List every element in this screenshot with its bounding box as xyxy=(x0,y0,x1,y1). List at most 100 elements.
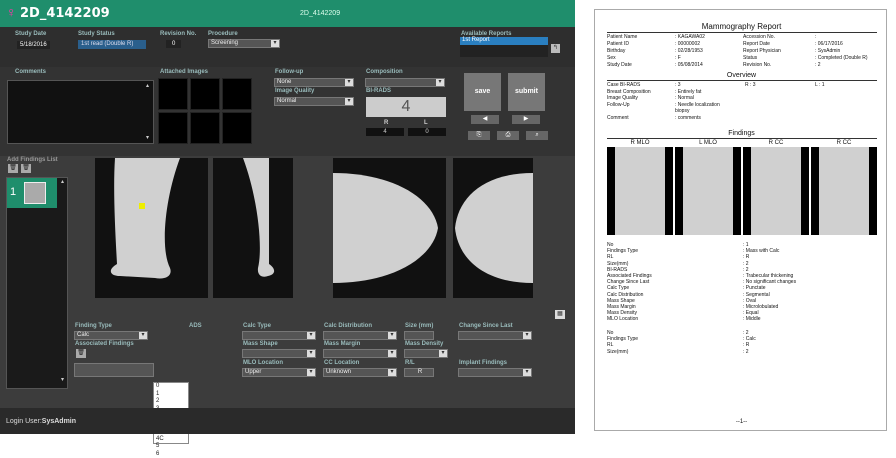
report-title: Mammography Report xyxy=(595,22,888,31)
dropdown-option[interactable]: 0 xyxy=(154,383,188,391)
cc-location-select[interactable]: Unknown▾ xyxy=(323,368,397,377)
finding-value: : 2 xyxy=(743,330,749,336)
cc-location-label: CC Location xyxy=(324,360,359,366)
finding-value: : R xyxy=(743,254,749,260)
attached-image-slot[interactable] xyxy=(222,78,252,110)
calc-distribution-select[interactable]: ▾ xyxy=(323,331,397,340)
finding-value: : Segmental xyxy=(743,292,770,298)
followup-select[interactable]: None▾ xyxy=(274,78,354,87)
grid-icon[interactable]: ▦ xyxy=(555,310,565,319)
finding-value: : Calc xyxy=(743,336,756,342)
finding-label: Change Since Last xyxy=(607,279,649,285)
scroll-up-icon[interactable]: ▴ xyxy=(61,178,64,185)
report-item[interactable]: 1st Report xyxy=(460,37,548,45)
mass-shape-select[interactable]: ▾ xyxy=(242,349,316,358)
l-cc-view[interactable] xyxy=(453,158,533,298)
scroll-down-icon[interactable]: ▾ xyxy=(61,376,64,383)
dropdown-option[interactable]: 2 xyxy=(154,398,188,406)
trash-icon[interactable]: 🗑 xyxy=(76,349,86,358)
overview-label: Breast Composition xyxy=(607,89,651,95)
comments-textarea[interactable] xyxy=(7,80,154,144)
finding-label: No xyxy=(607,242,613,248)
birads-value: 4 xyxy=(366,97,446,117)
image-quality-label: Image Quality xyxy=(275,88,314,94)
attached-image-slot[interactable] xyxy=(190,112,220,144)
finding-type-select[interactable]: Calc▾ xyxy=(74,331,148,340)
dropdown-option[interactable]: 1 xyxy=(154,391,188,399)
patient-field-label: Revision No. xyxy=(743,62,771,68)
size-input[interactable] xyxy=(404,331,434,340)
rl-label: R/L xyxy=(405,360,415,366)
back-icon[interactable]: ↰ xyxy=(551,44,560,53)
finding-value: : Punctate xyxy=(743,285,766,291)
overview-value: : comments xyxy=(675,115,701,121)
findings-list-label: Add Findings List xyxy=(7,157,58,163)
comments-label: Comments xyxy=(15,69,46,75)
report-view-image xyxy=(743,147,809,235)
scroll-up-icon[interactable]: ▴ xyxy=(146,82,149,89)
calc-type-select[interactable]: ▾ xyxy=(242,331,316,340)
chevron-down-icon: ▾ xyxy=(271,40,279,47)
r-mlo-view[interactable] xyxy=(95,158,208,298)
submit-button[interactable]: submit xyxy=(508,73,545,111)
study-status-label: Study Status xyxy=(78,31,115,37)
mass-density-select[interactable]: ▾ xyxy=(404,349,448,358)
finding-label: RL xyxy=(607,254,613,260)
previous-button[interactable]: ◀ xyxy=(471,115,499,124)
preview-icon[interactable]: ⌕ xyxy=(526,131,548,140)
implant-findings-select[interactable]: ▾ xyxy=(458,368,532,377)
dropdown-option[interactable]: 5 xyxy=(154,443,188,451)
next-button[interactable]: ▶ xyxy=(512,115,540,124)
overview-value: biopsy xyxy=(675,108,689,114)
mass-margin-select[interactable]: ▾ xyxy=(323,349,397,358)
chevron-down-icon: ▾ xyxy=(307,350,315,357)
image-quality-select[interactable]: Normal▾ xyxy=(274,97,354,106)
mlo-location-label: MLO Location xyxy=(243,360,283,366)
dropdown-option[interactable]: 6 xyxy=(154,451,188,458)
rl-value[interactable]: R xyxy=(404,368,434,377)
attached-image-slot[interactable] xyxy=(222,112,252,144)
birads-hint-label: ADS xyxy=(189,323,202,329)
l-mlo-view[interactable] xyxy=(213,158,293,298)
attached-image-slot[interactable] xyxy=(158,78,188,110)
page-number: --1-- xyxy=(595,419,888,425)
composition-select[interactable]: ▾ xyxy=(365,78,445,87)
chevron-down-icon: ▾ xyxy=(139,332,147,339)
study-status-value: 1st read (Double R) xyxy=(78,40,146,49)
reports-list[interactable]: 1st Report xyxy=(460,37,548,57)
finding-item[interactable]: 1 xyxy=(7,178,57,208)
dropdown-option[interactable]: 4C xyxy=(154,436,188,444)
mlo-location-select[interactable]: Upper▾ xyxy=(242,368,316,377)
overview-label: Case BI-RADS xyxy=(607,82,640,88)
divider xyxy=(607,138,877,139)
mass-density-label: Mass Density xyxy=(405,341,443,347)
report-view-image xyxy=(607,147,673,235)
procedure-label: Procedure xyxy=(208,31,238,37)
scroll-down-icon[interactable]: ▾ xyxy=(146,134,149,141)
study-date-label: Study Date xyxy=(15,31,46,37)
procedure-select[interactable]: Screening▾ xyxy=(208,39,280,48)
r-label: R xyxy=(384,120,388,126)
trash-all-icon[interactable]: 🗑 xyxy=(21,164,31,173)
export-icon[interactable]: ⎘ xyxy=(468,131,490,140)
patient-field-label: Sex xyxy=(607,55,616,61)
finding-label: MLO Location xyxy=(607,316,638,322)
save-button[interactable]: save xyxy=(464,73,501,111)
findings-list[interactable] xyxy=(6,177,68,389)
attached-image-slot[interactable] xyxy=(190,78,220,110)
chevron-down-icon: ▾ xyxy=(307,332,315,339)
r-cc-view[interactable] xyxy=(333,158,446,298)
chevron-down-icon: ▾ xyxy=(388,332,396,339)
associated-findings-list[interactable] xyxy=(74,363,154,377)
l-birads-value: 0 xyxy=(408,128,446,136)
mass-shape-label: Mass Shape xyxy=(243,341,278,347)
trash-icon[interactable]: 🗑 xyxy=(8,164,18,173)
overview-label: Comment xyxy=(607,115,629,121)
change-since-last-select[interactable]: ▾ xyxy=(458,331,532,340)
composition-label: Composition xyxy=(366,69,403,75)
attached-images-label: Attached Images xyxy=(160,69,208,75)
print-icon[interactable]: ⎙ xyxy=(497,131,519,140)
overview-heading: Overview xyxy=(595,72,888,79)
attached-image-slot[interactable] xyxy=(158,112,188,144)
finding-value: : Oval xyxy=(743,298,756,304)
